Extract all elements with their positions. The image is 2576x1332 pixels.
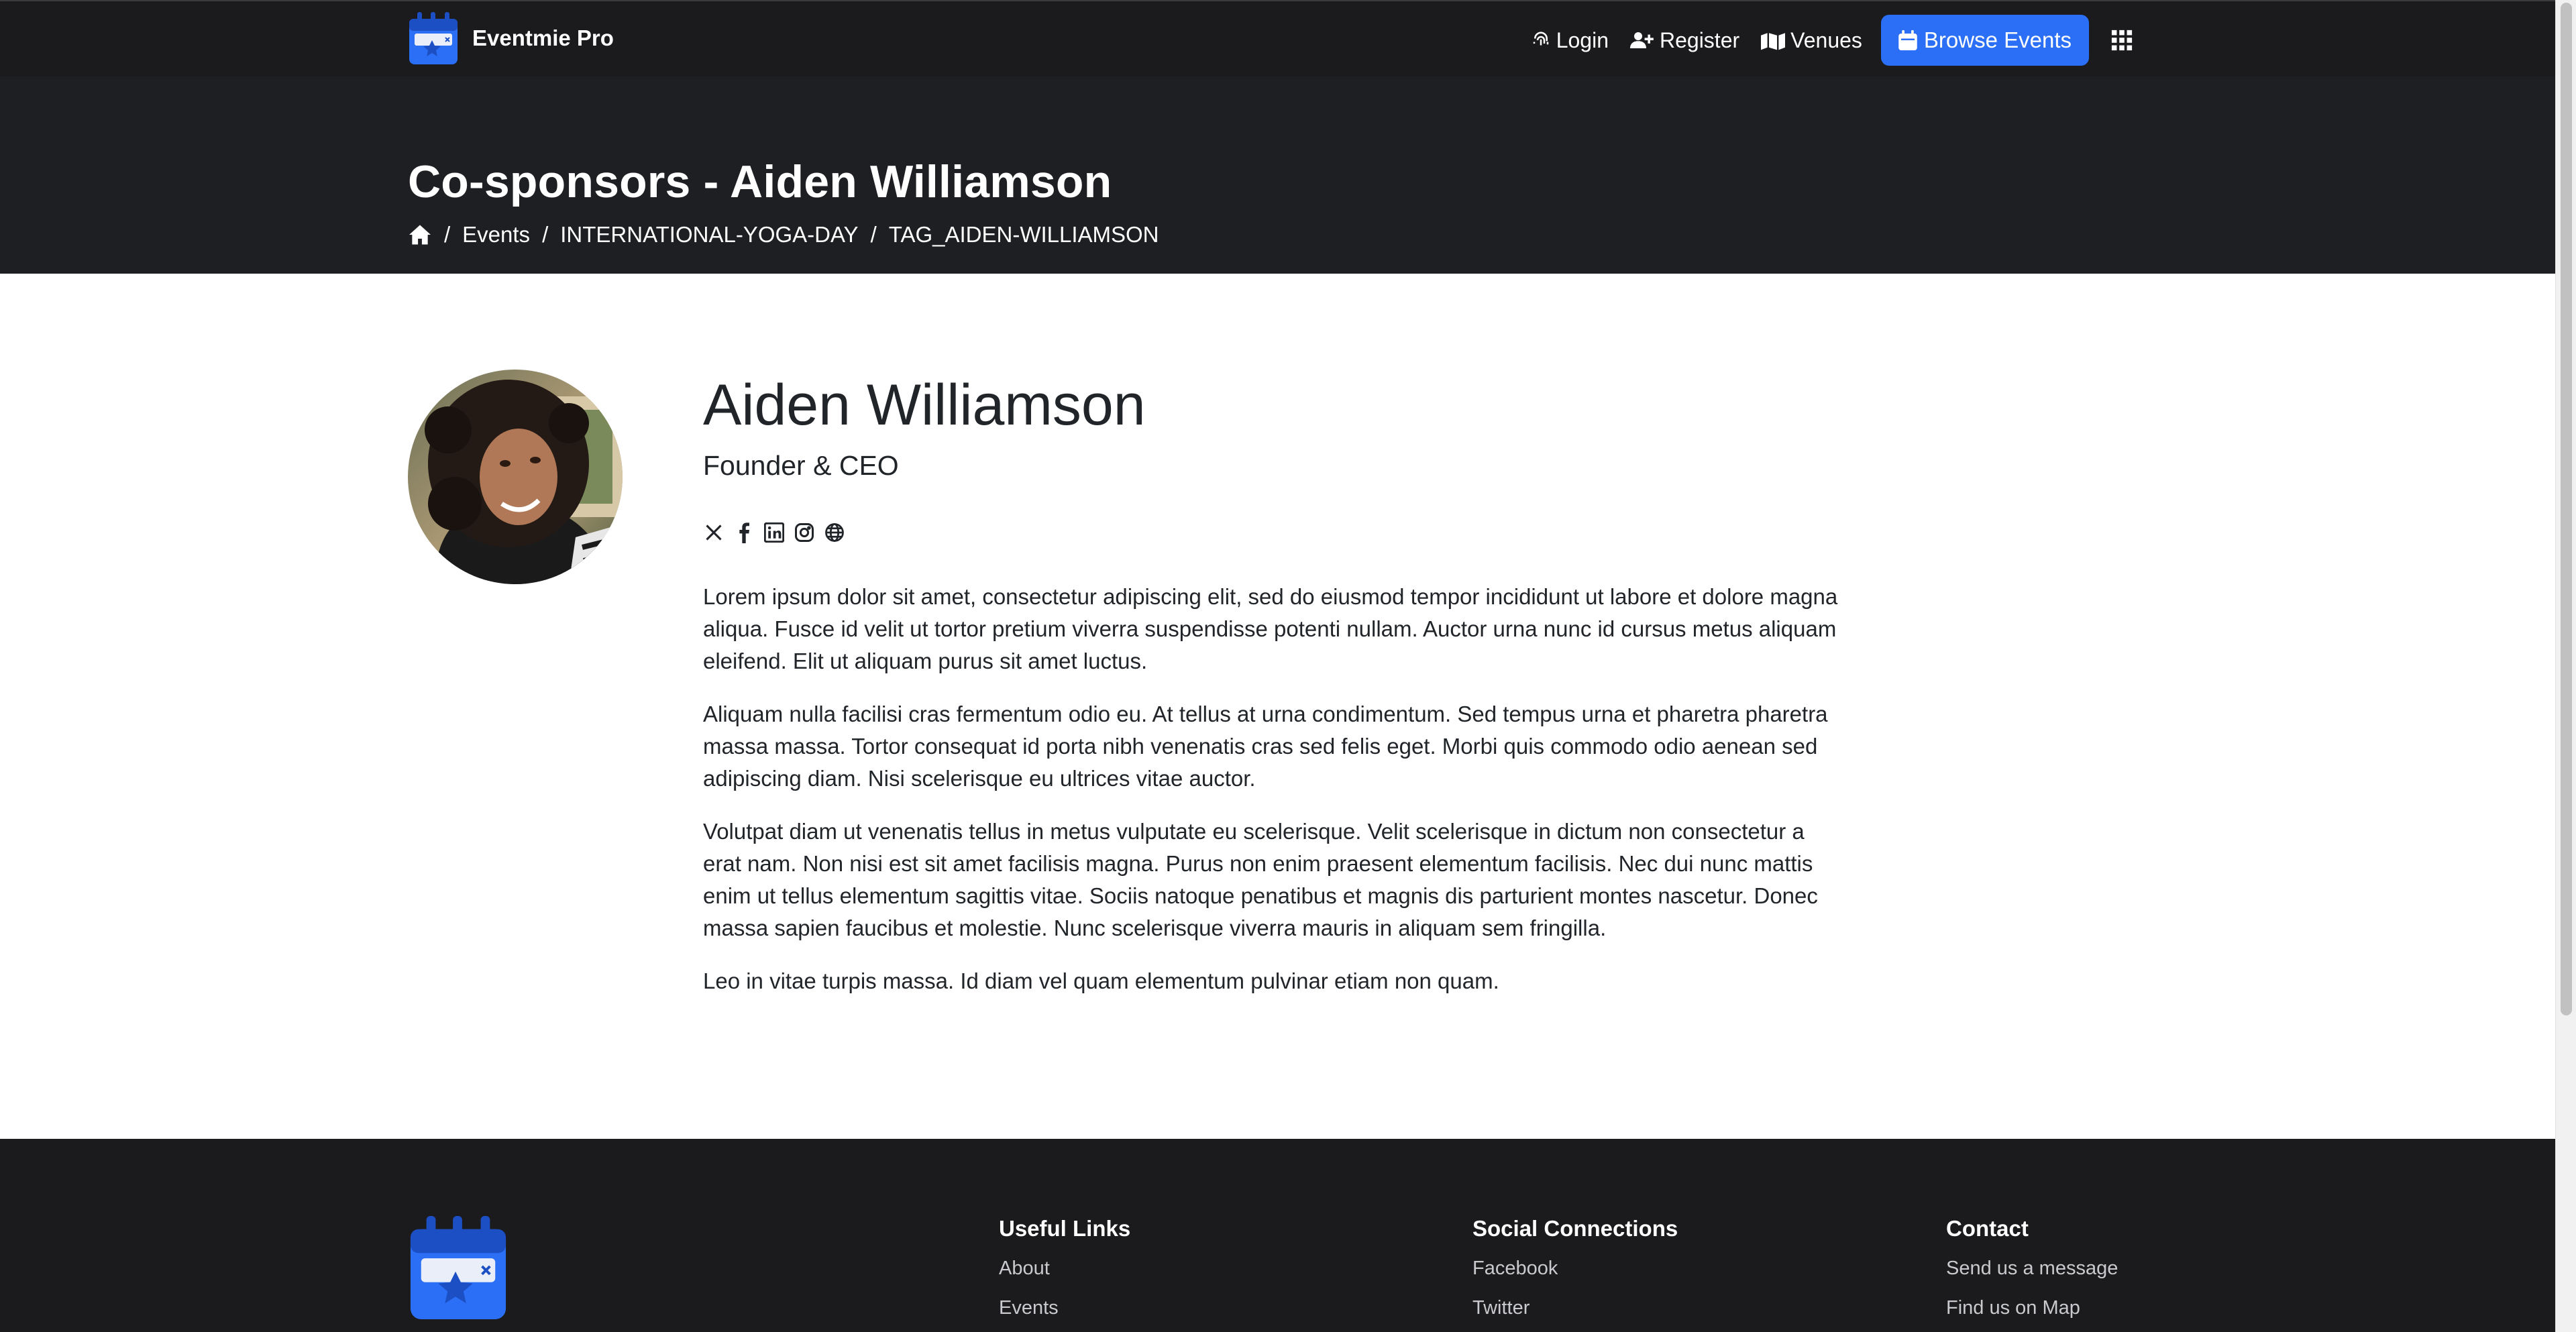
- person-name: Aiden Williamson: [703, 373, 1146, 437]
- globe-icon[interactable]: [824, 522, 845, 543]
- bio-paragraph: Leo in vitae turpis massa. Id diam vel q…: [703, 968, 1499, 993]
- apps-menu-button[interactable]: [2110, 28, 2135, 52]
- page-title: Co-sponsors - Aiden Williamson: [408, 156, 1112, 207]
- breadcrumb-separator: /: [444, 222, 451, 247]
- breadcrumb-separator: /: [542, 222, 549, 247]
- venues-link[interactable]: Venues: [1761, 28, 1862, 53]
- footer-link-about[interactable]: About: [999, 1258, 1130, 1280]
- social-links: [703, 522, 854, 543]
- login-label: Login: [1556, 27, 1609, 52]
- breadcrumb: / Events / INTERNATIONAL-YOGA-DAY / TAG_…: [408, 222, 1159, 247]
- login-link[interactable]: Login: [1531, 28, 1609, 53]
- home-icon[interactable]: [408, 224, 432, 245]
- content-area: Eventmie Pro Login Register Venues Brows…: [0, 0, 2555, 1332]
- footer-heading: Social Connections: [1472, 1216, 1678, 1241]
- page: Eventmie Pro Login Register Venues Brows…: [0, 0, 2576, 1332]
- grid-icon: [2111, 30, 2133, 51]
- browse-events-button[interactable]: Browse Events: [1880, 15, 2089, 66]
- breadcrumb-events[interactable]: Events: [462, 222, 530, 247]
- scrollbar-thumb[interactable]: [2561, 3, 2572, 1015]
- breadcrumb-tag: TAG_AIDEN-WILLIAMSON: [888, 222, 1159, 247]
- vertical-scrollbar[interactable]: [2555, 0, 2576, 1332]
- bio-paragraph: Volutpat diam ut venenatis tellus in met…: [703, 819, 1818, 940]
- footer-link-facebook[interactable]: Facebook: [1472, 1258, 1678, 1280]
- nav-links: Login Register Venues Browse Events: [1509, 15, 2135, 66]
- bio-paragraph: Aliquam nulla facilisi cras fermentum od…: [703, 702, 1828, 791]
- footer-link-twitter[interactable]: Twitter: [1472, 1297, 1678, 1319]
- footer-link-message[interactable]: Send us a message: [1946, 1258, 2118, 1280]
- user-plus-icon: [1629, 32, 1654, 48]
- page-header: Co-sponsors - Aiden Williamson / Events …: [0, 76, 2555, 274]
- register-label: Register: [1659, 27, 1740, 52]
- browse-events-label: Browse Events: [1923, 27, 2072, 52]
- profile-photo: [408, 370, 623, 584]
- footer-heading: Useful Links: [999, 1216, 1131, 1241]
- brand-link[interactable]: Eventmie Pro: [408, 11, 614, 66]
- breadcrumb-separator: /: [870, 222, 877, 247]
- fingerprint-icon: [1533, 32, 1548, 46]
- calendar-icon: [1898, 30, 1917, 50]
- facebook-icon[interactable]: [733, 522, 755, 543]
- bio-paragraph: Lorem ipsum dolor sit amet, consectetur …: [703, 584, 1838, 673]
- biography: Lorem ipsum dolor sit amet, consectetur …: [703, 581, 2521, 1018]
- brand-name: Eventmie Pro: [472, 25, 614, 50]
- footer-contact: Contact Send us a message Find us on Map: [1946, 1216, 2118, 1332]
- linkedin-icon[interactable]: [763, 522, 785, 543]
- footer-link-events[interactable]: Events: [999, 1297, 1130, 1319]
- map-location-icon: [1761, 33, 1786, 50]
- footer-useful-links: Useful Links About Events: [999, 1216, 1130, 1332]
- person-designation: Founder & CEO: [703, 450, 899, 481]
- instagram-icon[interactable]: [794, 522, 815, 543]
- venues-label: Venues: [1790, 27, 1862, 52]
- footer-social-connections: Social Connections Facebook Twitter: [1472, 1216, 1678, 1332]
- footer-heading: Contact: [1946, 1216, 2029, 1241]
- calendar-star-icon[interactable]: [408, 1213, 508, 1323]
- footer: Useful Links About Events Social Connect…: [0, 1139, 2555, 1332]
- calendar-star-icon: [409, 12, 458, 64]
- register-link[interactable]: Register: [1629, 27, 1740, 53]
- avatar: [408, 370, 623, 584]
- breadcrumb-event[interactable]: INTERNATIONAL-YOGA-DAY: [560, 222, 858, 247]
- footer-link-map[interactable]: Find us on Map: [1946, 1297, 2118, 1319]
- top-navbar: Eventmie Pro Login Register Venues Brows…: [0, 0, 2555, 76]
- x-icon[interactable]: [703, 522, 724, 543]
